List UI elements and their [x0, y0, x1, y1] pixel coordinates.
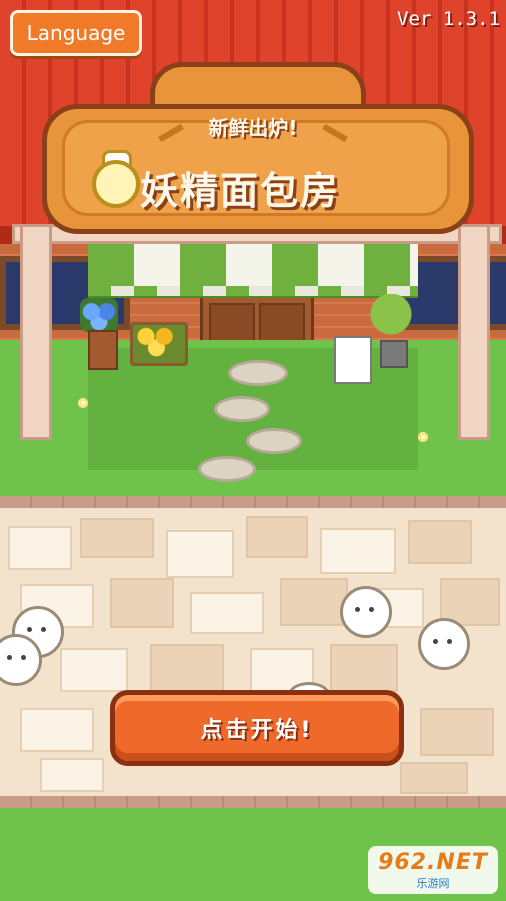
language-button[interactable]: Language [10, 10, 142, 56]
stepping-stone [228, 360, 288, 386]
stepping-stone [214, 396, 270, 422]
daisy-flower [418, 432, 428, 442]
blue-flowers [80, 298, 118, 332]
chalkboard-stand [334, 336, 372, 384]
fairy-character [340, 586, 392, 638]
stepping-stone [246, 428, 302, 454]
potted-tree [368, 294, 414, 344]
bread-fairy-mascot-icon [92, 160, 140, 208]
game-title: 妖精面包房 [140, 169, 341, 213]
yellow-flower-planter [130, 322, 188, 366]
stepping-stone [198, 456, 256, 482]
fairy-character [418, 618, 470, 670]
flower-stand [88, 330, 118, 370]
plant-pot [380, 340, 408, 368]
start-button[interactable]: 点击开始! [110, 690, 404, 766]
daisy-flower [78, 398, 88, 408]
porch-pillar-right [458, 224, 490, 440]
path-border-top [0, 496, 506, 508]
watermark-logo: 962.NET 乐游网 [368, 846, 498, 894]
watermark-logo-text: 962.NET [378, 849, 488, 875]
watermark-sub-text: 乐游网 [416, 876, 450, 890]
porch-pillar-left [20, 224, 52, 440]
sign-subtitle: 新鲜出炉! [208, 116, 298, 140]
path-border-bottom [0, 796, 506, 808]
version-label: Ver 1.3.1 [397, 8, 500, 30]
